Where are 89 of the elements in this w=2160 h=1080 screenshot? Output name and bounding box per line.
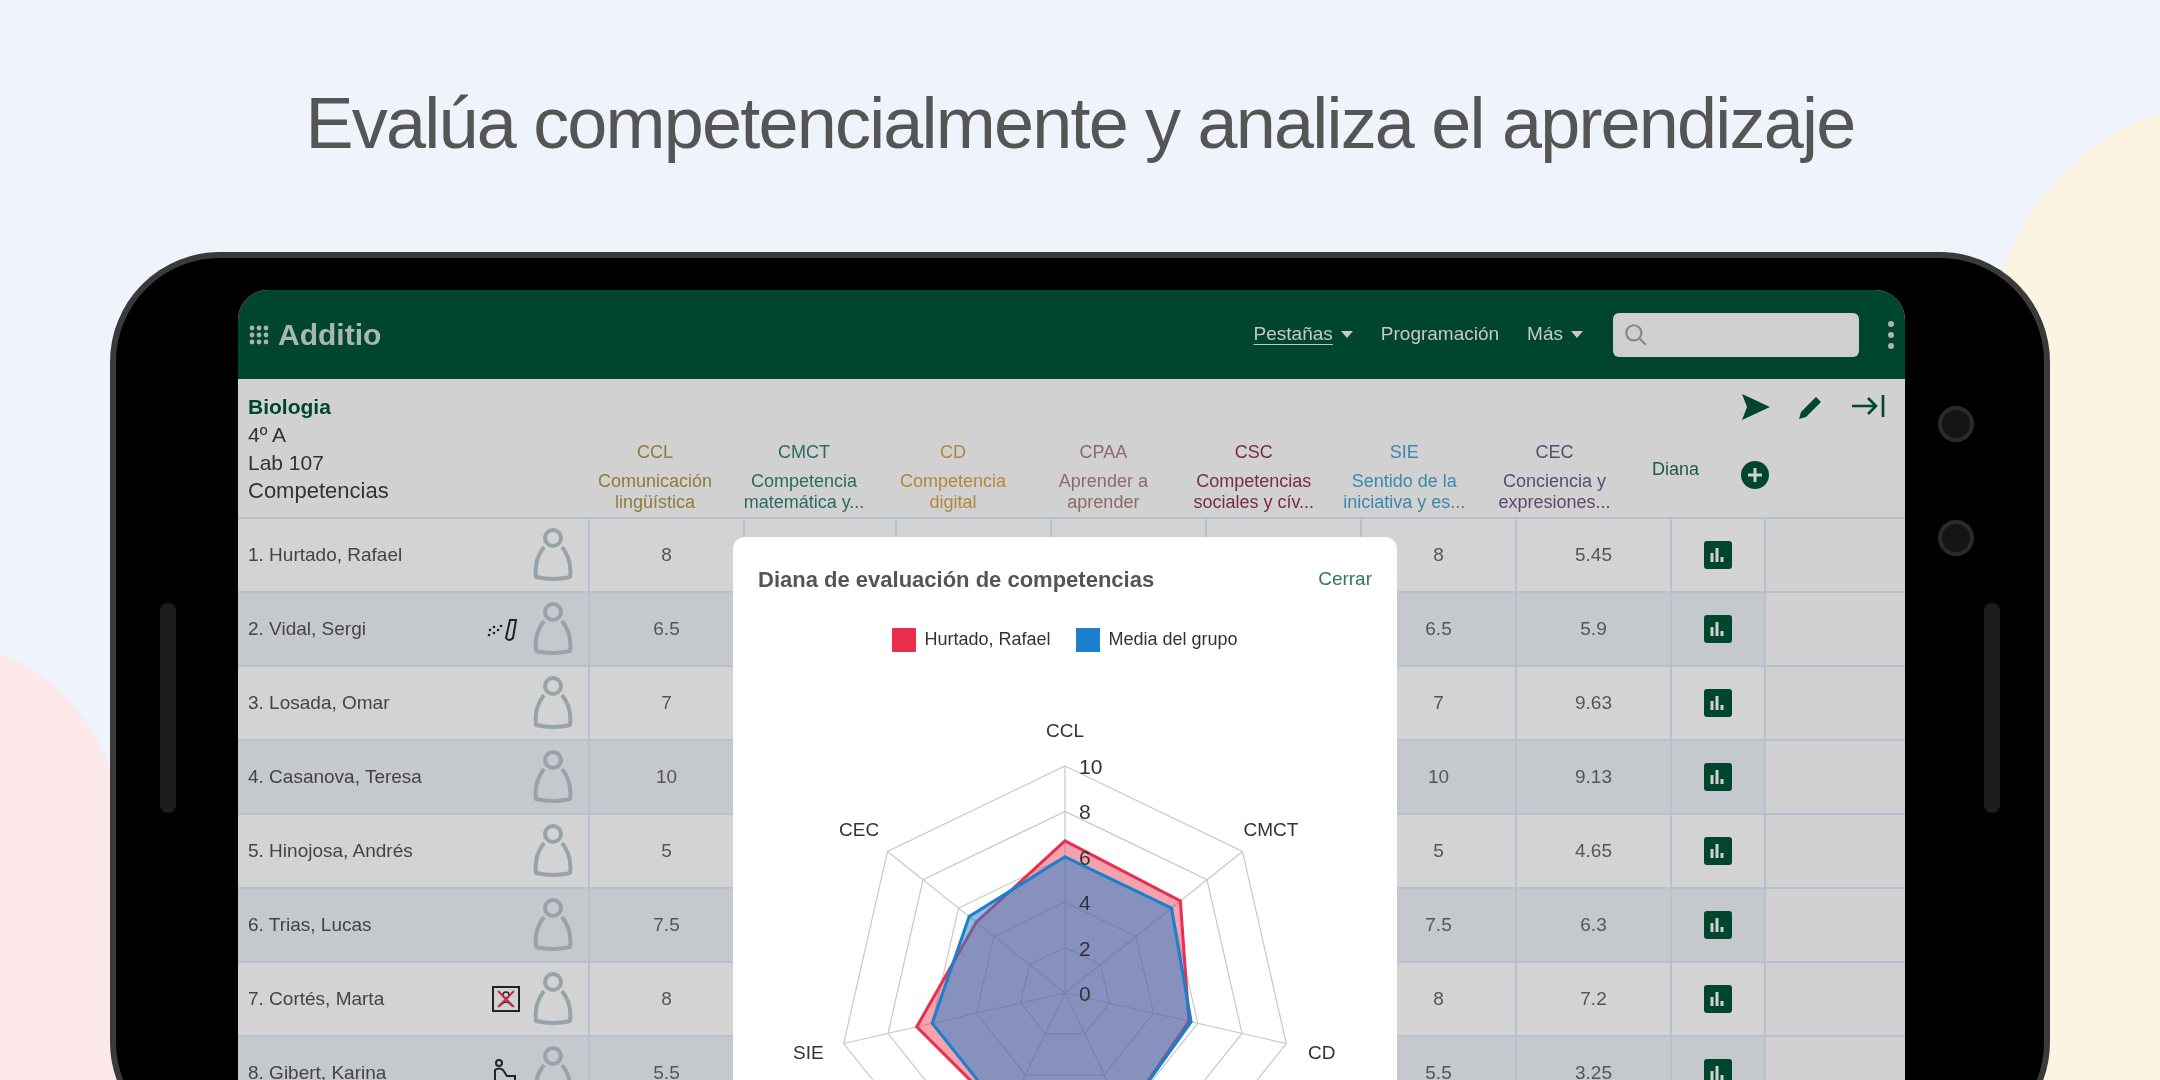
score-cell[interactable]: 5 xyxy=(1433,836,1444,866)
score-cell[interactable]: 8 xyxy=(1433,984,1444,1014)
caret-icon xyxy=(1340,330,1353,339)
avatar-icon xyxy=(532,601,574,657)
nav-menu-item[interactable]: Pestañas xyxy=(1253,320,1353,349)
camera-icon xyxy=(1938,520,1974,556)
scale-label: 8 xyxy=(1079,800,1091,824)
avatar-icon xyxy=(532,897,574,953)
axis-label: CMCT xyxy=(1243,818,1299,840)
nav-menu-item[interactable]: Programación xyxy=(1380,320,1500,349)
score-cell[interactable]: 9.13 xyxy=(1575,762,1612,792)
chart-button-icon[interactable] xyxy=(1704,1059,1732,1080)
subject-title: Biologia xyxy=(248,394,332,420)
column-header[interactable]: SIE Sentido de la iniciativa y es... xyxy=(1329,379,1480,517)
camera-icon xyxy=(1938,406,1974,442)
score-cell[interactable]: 8 xyxy=(1433,540,1444,570)
score-cell[interactable]: 7.5 xyxy=(653,910,680,940)
score-cell[interactable]: 3.25 xyxy=(1575,1058,1612,1080)
score-cell[interactable]: 5 xyxy=(661,836,672,866)
score-cell[interactable]: 5.5 xyxy=(653,1058,680,1080)
add-circle-icon[interactable] xyxy=(1741,461,1769,489)
nav-menu-item[interactable]: Más xyxy=(1527,320,1583,349)
column-header[interactable]: CEC Conciencia y expresiones... xyxy=(1479,379,1630,517)
avatar-icon xyxy=(532,823,574,879)
score-cell[interactable]: 5.5 xyxy=(1425,1058,1452,1080)
score-cell[interactable]: 7.2 xyxy=(1580,984,1607,1014)
column-header[interactable]: CMCT Competencia matemática y... xyxy=(730,379,878,517)
scale-label: 6 xyxy=(1079,845,1091,869)
column-header[interactable]: CCL Comunicación lingüística xyxy=(579,379,731,517)
close-link[interactable]: Cerrar xyxy=(1318,565,1372,594)
scale-label: 10 xyxy=(1079,755,1103,778)
headline: Evalúa competencialmente y analiza el aprendizaje xyxy=(305,82,1855,165)
no-photo-icon xyxy=(492,986,520,1012)
score-cell[interactable]: 7 xyxy=(1433,688,1444,718)
score-cell[interactable]: 5.45 xyxy=(1575,540,1612,570)
score-cell[interactable]: 5.9 xyxy=(1580,614,1607,644)
modal-title: Diana de evaluación de competencias xyxy=(758,566,1155,594)
chart-button-icon[interactable] xyxy=(1704,837,1732,865)
student-name[interactable]: 7. Cortés, Marta xyxy=(248,984,385,1014)
chart-button-icon[interactable] xyxy=(1704,689,1732,717)
chart-button-icon[interactable] xyxy=(1704,541,1732,569)
student-name[interactable]: 3. Losada, Omar xyxy=(248,688,390,718)
view-name: Competencias xyxy=(248,477,390,505)
scale-label: 4 xyxy=(1079,891,1091,915)
score-cell[interactable]: 10 xyxy=(655,762,678,792)
column-header[interactable]: CSC Competencias sociales y cív... xyxy=(1178,379,1329,517)
student-name[interactable]: 6. Trias, Lucas xyxy=(248,910,372,940)
chart-button-icon[interactable] xyxy=(1704,911,1732,939)
axis-label: CEC xyxy=(839,818,880,840)
send-icon[interactable] xyxy=(1741,393,1771,421)
legend-label: Hurtado, Rafael xyxy=(924,628,1051,651)
scale-label: 2 xyxy=(1079,936,1091,960)
avatar-icon xyxy=(532,971,574,1027)
arrow-to-bar-icon[interactable] xyxy=(1851,393,1885,419)
axis-label: CD xyxy=(1308,1041,1336,1063)
scale-label: 0 xyxy=(1079,982,1091,1005)
avatar-icon xyxy=(532,675,574,731)
room-name: Lab 107 xyxy=(248,450,325,476)
score-cell[interactable]: 10 xyxy=(1427,762,1450,792)
caret-icon xyxy=(1571,330,1583,339)
score-cell[interactable]: 7.5 xyxy=(1425,910,1452,940)
score-cell[interactable]: 7 xyxy=(661,688,672,718)
chart-button-icon[interactable] xyxy=(1704,615,1732,643)
chart-button-icon[interactable] xyxy=(1704,985,1732,1013)
avatar-icon xyxy=(532,527,574,583)
search-icon xyxy=(1623,321,1649,348)
score-cell[interactable]: 6.3 xyxy=(1580,910,1607,940)
axis-label: CCL xyxy=(1046,719,1084,741)
student-name[interactable]: 5. Hinojosa, Andrés xyxy=(248,836,413,866)
axis-label: SIE xyxy=(792,1041,824,1063)
chart-button-icon[interactable] xyxy=(1704,763,1732,791)
column-header[interactable]: CPAA Aprender a aprender xyxy=(1028,379,1179,517)
student-name[interactable]: 2. Vidal, Sergi xyxy=(248,614,366,644)
score-cell[interactable]: 8 xyxy=(661,540,672,570)
student-name[interactable]: 1. Hurtado, Rafael xyxy=(248,540,403,570)
score-cell[interactable]: 4.65 xyxy=(1575,836,1612,866)
search-field[interactable] xyxy=(1613,312,1859,357)
app-logo: Additio xyxy=(278,317,382,353)
avatar-icon xyxy=(532,749,574,805)
class-name: 4º A xyxy=(248,422,288,448)
inhaler-icon xyxy=(486,616,520,642)
more-options-icon[interactable] xyxy=(1887,319,1895,350)
score-cell[interactable]: 9.63 xyxy=(1575,688,1612,718)
legend-label: Media del grupo xyxy=(1108,628,1238,651)
score-cell[interactable]: 6.5 xyxy=(653,614,680,644)
grid-menu-icon[interactable] xyxy=(248,323,270,346)
score-cell[interactable]: 6.5 xyxy=(1425,614,1452,644)
column-header: Diana xyxy=(1651,458,1699,481)
score-cell[interactable]: 8 xyxy=(661,984,672,1014)
